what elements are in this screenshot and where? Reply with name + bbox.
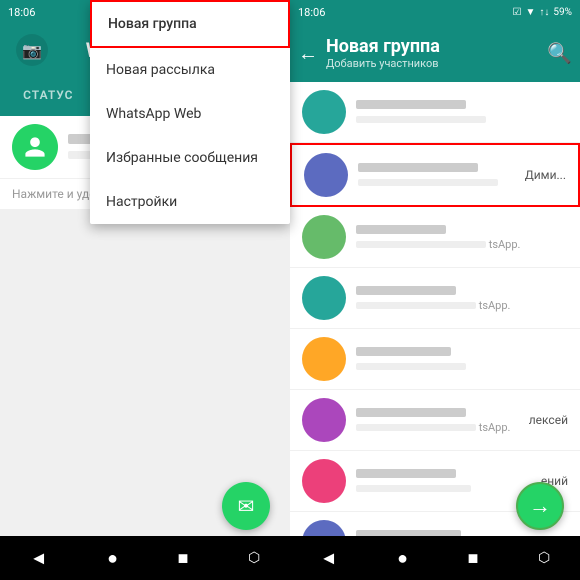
contact-name	[356, 98, 568, 113]
avatar	[12, 124, 58, 170]
tab-status[interactable]: СТАТУС	[0, 76, 97, 116]
contact-name	[356, 223, 568, 238]
contact-info	[356, 345, 568, 373]
nav-home[interactable]: ●	[397, 548, 408, 569]
contact-info	[356, 467, 531, 495]
right-header-text: Новая группа Добавить участников	[326, 36, 539, 70]
contact-status	[356, 482, 531, 495]
menu-new-broadcast[interactable]: Новая рассылка	[90, 48, 290, 92]
right-search-icon[interactable]: 🔍	[547, 41, 572, 65]
avatar	[302, 215, 346, 259]
nav-home[interactable]: ●	[107, 548, 118, 569]
contact-status	[356, 113, 568, 126]
contact-info: tsApp.	[356, 284, 568, 312]
contact-info	[356, 98, 568, 126]
avatar	[302, 459, 346, 503]
avatar	[302, 398, 346, 442]
avatar	[302, 337, 346, 381]
contact-status	[356, 360, 568, 373]
dropdown-menu: Новая группа Новая рассылка WhatsApp Web…	[90, 0, 290, 224]
contact-name	[356, 284, 568, 299]
back-button[interactable]: ←	[298, 41, 318, 66]
right-header-title: Новая группа	[326, 36, 539, 57]
contact-status: tsApp.	[356, 299, 568, 312]
list-item[interactable]: tsApp.	[290, 268, 580, 329]
nav-recent[interactable]: ■	[468, 548, 479, 569]
contact-name	[356, 345, 568, 360]
nav-back[interactable]: ◄	[320, 548, 338, 569]
contact-info	[358, 161, 515, 189]
right-time: 18:06	[298, 6, 325, 19]
nav-recent[interactable]: ■	[178, 548, 189, 569]
contact-info: tsApp.	[356, 406, 519, 434]
left-nav-bar: ◄ ● ■ ⬡	[0, 536, 290, 580]
contact-name	[358, 161, 515, 176]
menu-starred[interactable]: Избранные сообщения	[90, 136, 290, 180]
list-item[interactable]	[290, 329, 580, 390]
avatar	[304, 153, 348, 197]
contact-name	[356, 467, 531, 482]
list-item[interactable]: tsApp. лексей	[290, 390, 580, 451]
list-item[interactable]	[290, 82, 580, 143]
contact-tail: Дими...	[525, 168, 566, 182]
right-nav-bar: ◄ ● ■ ⬡	[290, 536, 580, 580]
contact-status: tsApp.	[356, 238, 568, 251]
right-status-bar: 18:06 ☑ ▼ ↑↓ 59%	[290, 0, 580, 24]
compose-fab[interactable]: ✉	[222, 482, 270, 530]
avatar	[302, 276, 346, 320]
list-item[interactable]: Дими...	[290, 143, 580, 207]
right-header: ← Новая группа Добавить участников 🔍	[290, 24, 580, 82]
next-fab[interactable]: →	[516, 482, 564, 530]
menu-new-group[interactable]: Новая группа	[90, 0, 290, 48]
contact-status: tsApp.	[356, 421, 519, 434]
camera-icon[interactable]: 📷	[16, 34, 48, 66]
right-status-icons: ☑ ▼ ↑↓ 59%	[513, 7, 572, 18]
nav-extra[interactable]: ⬡	[248, 550, 260, 566]
right-panel: 18:06 ☑ ▼ ↑↓ 59% ← Новая группа Добавить…	[290, 0, 580, 580]
left-time: 18:06	[8, 6, 35, 19]
nav-back[interactable]: ◄	[30, 548, 48, 569]
left-panel: 18:06 ☑ ▼ ↑↓ 59% 📷 WhatsApp 🔍 ⋮ СТАТУС Ч…	[0, 0, 290, 580]
contact-status	[358, 176, 515, 189]
avatar	[302, 90, 346, 134]
contact-info: tsApp.	[356, 223, 568, 251]
contact-tail: лексей	[529, 413, 568, 427]
menu-whatsapp-web[interactable]: WhatsApp Web	[90, 92, 290, 136]
right-header-subtitle: Добавить участников	[326, 57, 539, 70]
menu-settings[interactable]: Настройки	[90, 180, 290, 224]
nav-extra[interactable]: ⬡	[538, 550, 550, 566]
list-item[interactable]: tsApp.	[290, 207, 580, 268]
contact-name	[356, 406, 519, 421]
